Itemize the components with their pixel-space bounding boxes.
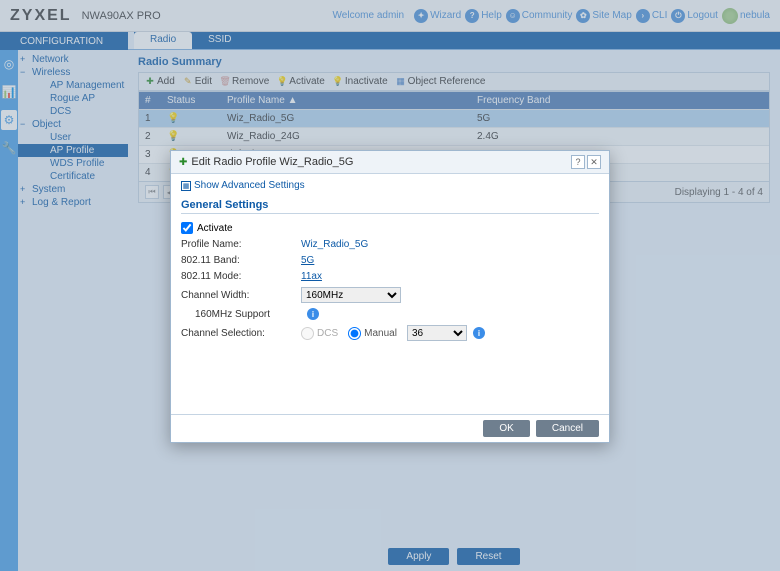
dcs-radio[interactable]: DCS (301, 327, 338, 340)
help-dialog-button[interactable]: ? (571, 155, 585, 169)
channel-width-label: Channel Width: (181, 290, 301, 301)
mode-label: 802.11 Mode: (181, 271, 301, 282)
expand-all-icon: ▦ (181, 181, 191, 191)
info-icon[interactable]: i (473, 327, 485, 339)
channel-width-select[interactable]: 160MHz (301, 287, 401, 303)
dialog-header: ✚ Edit Radio Profile Wiz_Radio_5G ? ✕ (171, 151, 609, 174)
channel-selection-label: Channel Selection: (181, 328, 301, 339)
ok-button[interactable]: OK (483, 420, 529, 437)
band-label: 802.11 Band: (181, 255, 301, 266)
activate-label: Activate (197, 223, 233, 234)
show-advanced-link[interactable]: ▦ Show Advanced Settings (181, 180, 599, 191)
channel-select[interactable]: 36 (407, 325, 467, 341)
edit-radio-profile-dialog: ✚ Edit Radio Profile Wiz_Radio_5G ? ✕ ▦ … (170, 150, 610, 443)
band-value[interactable]: 5G (301, 255, 314, 266)
close-dialog-button[interactable]: ✕ (587, 155, 601, 169)
general-settings-header: General Settings (181, 199, 599, 214)
mode-value[interactable]: 11ax (301, 271, 322, 282)
dialog-title: Edit Radio Profile Wiz_Radio_5G (191, 156, 353, 168)
manual-radio[interactable]: Manual (348, 327, 397, 340)
info-icon[interactable]: i (307, 308, 319, 320)
dialog-body: ▦ Show Advanced Settings General Setting… (171, 174, 609, 414)
profile-name-value: Wiz_Radio_5G (301, 239, 368, 250)
activate-checkbox[interactable] (181, 222, 193, 234)
profile-name-label: Profile Name: (181, 239, 301, 250)
cancel-button[interactable]: Cancel (536, 420, 599, 437)
dialog-footer: OK Cancel (171, 414, 609, 442)
dialog-icon: ✚ (179, 157, 187, 168)
mhz-support-label: 160MHz Support (181, 309, 301, 320)
